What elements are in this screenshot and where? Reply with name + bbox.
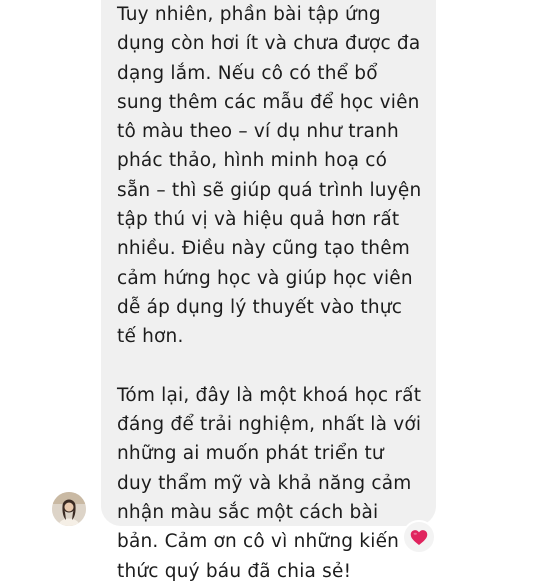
user-avatar-photo-icon [52, 492, 86, 526]
red-heart-icon [410, 529, 428, 545]
heart-reaction[interactable] [402, 520, 436, 554]
chat-thread: Tuy nhiên, phần bài tập ứng dụng còn hơi… [0, 0, 556, 582]
message-bubble[interactable]: Tuy nhiên, phần bài tập ứng dụng còn hơi… [101, 0, 436, 582]
message-paragraph-1: Tuy nhiên, phần bài tập ứng dụng còn hơi… [117, 4, 422, 348]
message-paragraph-2: Tóm lại, đây là một khoá học rất đáng để… [117, 384, 422, 582]
sender-avatar[interactable] [52, 492, 86, 526]
